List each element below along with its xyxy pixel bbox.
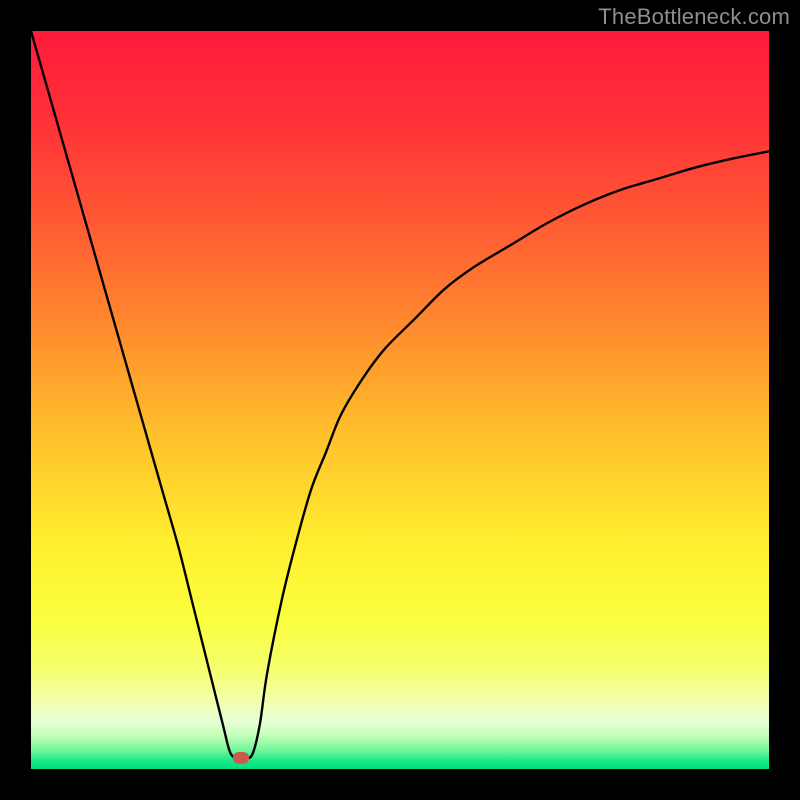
bottleneck-curve bbox=[31, 31, 769, 769]
optimal-marker-icon bbox=[233, 752, 249, 764]
chart-frame: TheBottleneck.com bbox=[0, 0, 800, 800]
watermark-label: TheBottleneck.com bbox=[598, 4, 790, 30]
plot-area bbox=[31, 31, 769, 769]
